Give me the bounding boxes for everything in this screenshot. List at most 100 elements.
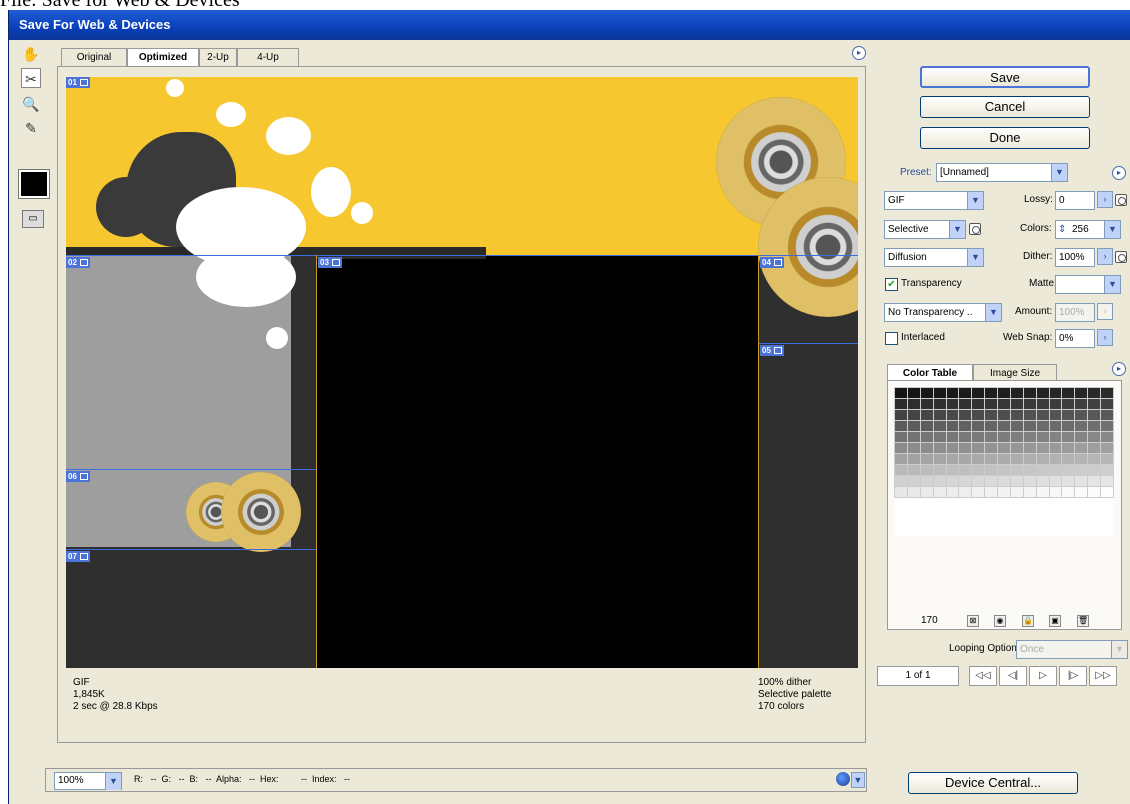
color-swatch[interactable]: [984, 398, 999, 410]
color-swatch[interactable]: [894, 431, 908, 443]
color-swatch[interactable]: [894, 442, 908, 454]
settings-menu-icon[interactable]: ▸: [1112, 166, 1126, 180]
cancel-button[interactable]: Cancel: [920, 96, 1090, 118]
color-swatch[interactable]: [1035, 442, 1050, 454]
color-swatch[interactable]: [1048, 398, 1063, 410]
color-swatch[interactable]: [1087, 409, 1102, 421]
color-swatch[interactable]: [1048, 387, 1063, 399]
color-swatch[interactable]: [971, 420, 986, 432]
color-swatch[interactable]: [1087, 431, 1102, 443]
color-swatch[interactable]: [1022, 475, 1037, 487]
slice-tag-01[interactable]: 01: [66, 77, 90, 88]
color-swatch[interactable]: [906, 475, 921, 487]
slice-tag-07[interactable]: 07: [66, 551, 90, 562]
trash-icon[interactable]: 🗑: [1077, 615, 1089, 627]
color-swatch[interactable]: [971, 486, 986, 498]
color-swatch[interactable]: [1074, 387, 1089, 399]
color-swatch[interactable]: [1035, 420, 1050, 432]
color-swatch[interactable]: [1061, 486, 1076, 498]
color-swatch[interactable]: [1087, 442, 1102, 454]
lossy-mask-icon[interactable]: [1115, 194, 1127, 206]
color-swatch[interactable]: [1074, 453, 1089, 465]
color-swatch[interactable]: [919, 475, 934, 487]
slice-tag-05[interactable]: 05: [760, 345, 784, 356]
next-frame-icon[interactable]: |▷: [1059, 666, 1087, 686]
color-swatch[interactable]: [932, 420, 947, 432]
color-swatch[interactable]: [906, 486, 921, 498]
format-select[interactable]: GIF ▼: [884, 191, 984, 210]
color-swatch[interactable]: [997, 475, 1011, 487]
dither-algorithm-select[interactable]: Diffusion ▼: [884, 248, 984, 267]
slice-tag-06[interactable]: 06: [66, 471, 90, 482]
color-swatch[interactable]: [997, 464, 1011, 476]
color-swatch[interactable]: [932, 453, 947, 465]
color-swatch[interactable]: [971, 409, 986, 421]
color-swatch[interactable]: [1074, 464, 1089, 476]
color-swatch[interactable]: [906, 453, 921, 465]
color-swatch[interactable]: [997, 453, 1011, 465]
save-button[interactable]: Save: [920, 66, 1090, 88]
spinner-icon[interactable]: ⇕: [1058, 221, 1066, 238]
color-swatch[interactable]: [894, 486, 908, 498]
color-swatch[interactable]: [945, 387, 960, 399]
color-swatch[interactable]: [958, 453, 973, 465]
color-swatch[interactable]: [894, 398, 908, 410]
color-swatch[interactable]: [997, 409, 1011, 421]
done-button[interactable]: Done: [920, 127, 1090, 149]
color-swatch[interactable]: [919, 409, 934, 421]
optimize-menu-icon[interactable]: ▸: [852, 46, 866, 60]
color-swatch[interactable]: [1009, 486, 1024, 498]
color-swatch[interactable]: [1061, 431, 1076, 443]
color-swatch[interactable]: [945, 420, 960, 432]
color-swatch[interactable]: [1074, 475, 1089, 487]
color-swatch[interactable]: [1061, 453, 1076, 465]
color-swatch[interactable]: [1035, 453, 1050, 465]
color-swatch[interactable]: [1009, 464, 1024, 476]
color-swatch[interactable]: [1048, 486, 1063, 498]
color-swatch[interactable]: [1048, 453, 1063, 465]
color-swatch[interactable]: [1100, 453, 1114, 465]
color-swatch[interactable]: [932, 431, 947, 443]
color-table-menu-icon[interactable]: ▸: [1112, 362, 1126, 376]
color-swatch[interactable]: [1074, 486, 1089, 498]
color-swatch[interactable]: [1009, 387, 1024, 399]
color-swatch[interactable]: [1048, 475, 1063, 487]
color-swatch[interactable]: [1048, 431, 1063, 443]
eyedropper-color-swatch[interactable]: [18, 169, 50, 199]
color-swatch[interactable]: [894, 409, 908, 421]
color-swatch[interactable]: [932, 387, 947, 399]
color-swatch[interactable]: [971, 431, 986, 443]
color-swatch[interactable]: [958, 464, 973, 476]
color-swatch[interactable]: [1061, 442, 1076, 454]
color-swatch[interactable]: [1009, 420, 1024, 432]
color-swatch[interactable]: [997, 398, 1011, 410]
color-swatch[interactable]: [1022, 398, 1037, 410]
lossy-arrow-icon[interactable]: ›: [1097, 191, 1113, 208]
color-swatch[interactable]: [945, 431, 960, 443]
color-swatch[interactable]: [971, 398, 986, 410]
color-swatch[interactable]: [919, 442, 934, 454]
color-swatch[interactable]: [1074, 442, 1089, 454]
color-swatch[interactable]: [997, 486, 1011, 498]
hand-tool-icon[interactable]: ✋: [21, 44, 41, 64]
color-swatch[interactable]: [1100, 398, 1114, 410]
color-swatch[interactable]: [945, 442, 960, 454]
color-swatch[interactable]: [919, 486, 934, 498]
color-swatch[interactable]: [1009, 409, 1024, 421]
color-swatch[interactable]: [1087, 464, 1102, 476]
color-swatch[interactable]: [1061, 409, 1076, 421]
web-shift-icon[interactable]: ◉: [994, 615, 1006, 627]
color-swatch[interactable]: [894, 475, 908, 487]
color-swatch[interactable]: [932, 464, 947, 476]
color-swatch[interactable]: [919, 431, 934, 443]
color-swatch[interactable]: [958, 431, 973, 443]
color-swatch[interactable]: [1100, 486, 1114, 498]
device-central-button[interactable]: Device Central...: [908, 772, 1078, 794]
preset-select[interactable]: [Unnamed] ▼: [936, 163, 1068, 182]
zoom-select[interactable]: 100% ▼: [54, 772, 122, 790]
lock-color-icon[interactable]: 🔒: [1022, 615, 1034, 627]
color-swatch[interactable]: [1035, 475, 1050, 487]
reduction-mask-icon[interactable]: [969, 223, 981, 235]
color-swatch[interactable]: [984, 387, 999, 399]
color-swatch[interactable]: [932, 486, 947, 498]
